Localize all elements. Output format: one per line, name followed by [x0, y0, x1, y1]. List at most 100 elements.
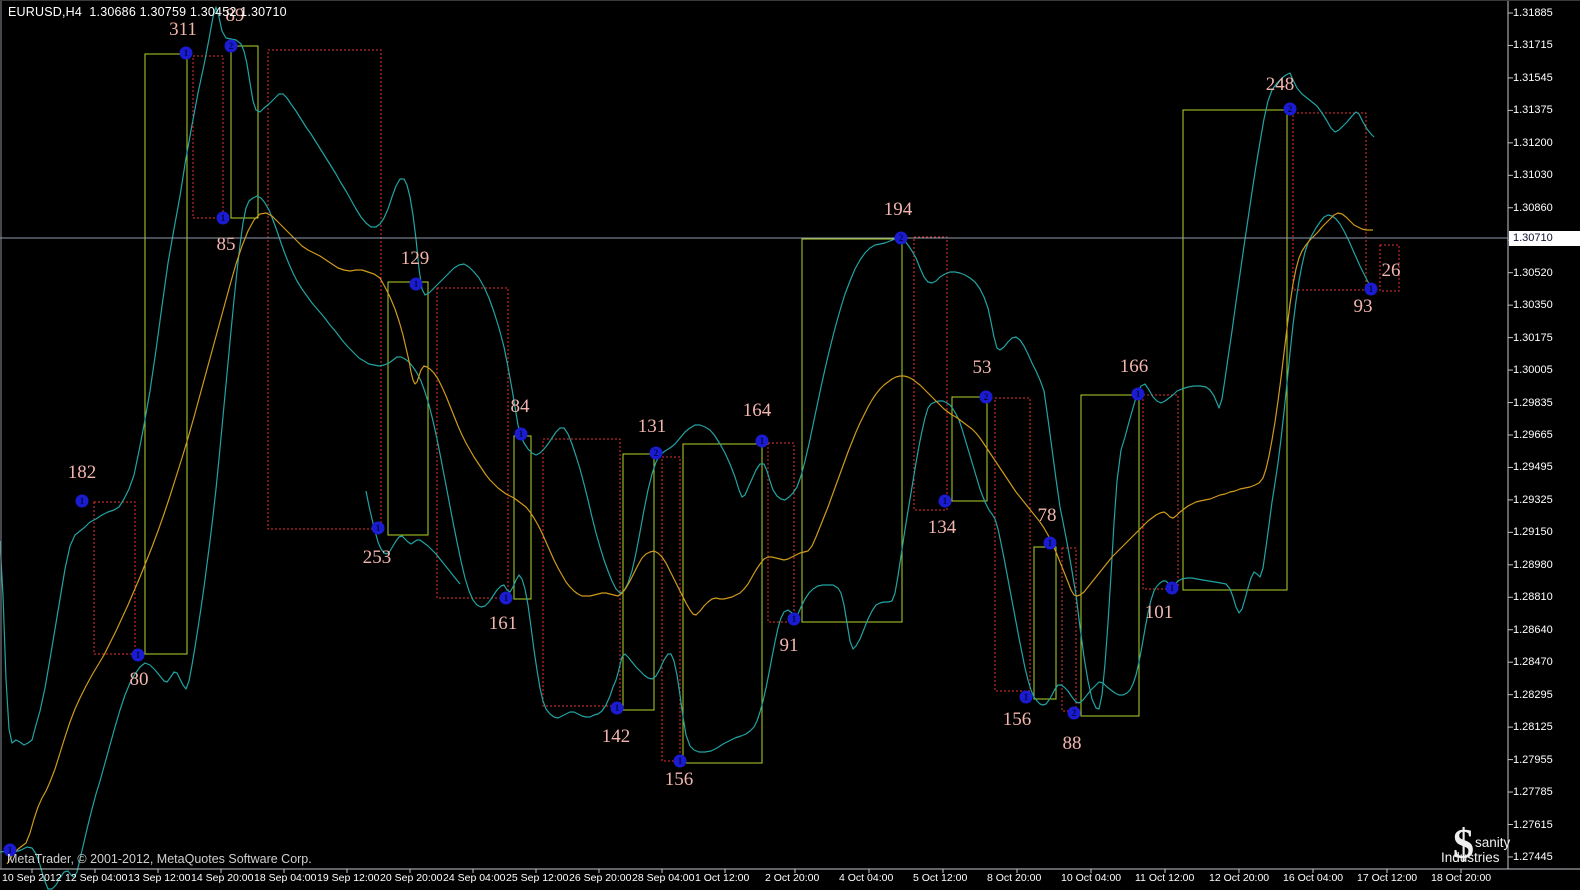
y-axis-label: 1.27785: [1513, 786, 1553, 799]
signal-count-label: 182: [68, 462, 97, 483]
y-axis-label: 1.31885: [1513, 7, 1553, 19]
current-price-tag: 1.30710: [1509, 230, 1580, 246]
watermark: $ sanity Industries: [1437, 822, 1511, 873]
x-axis-label: 26 Sep 20:00: [569, 872, 632, 884]
signal-marker-digit: 2: [984, 392, 989, 402]
y-axis-label: 1.31200: [1513, 136, 1553, 149]
y-axis-label: 1.30520: [1513, 266, 1553, 279]
signal-count-label: 311: [169, 19, 197, 40]
signal-count-label: 53: [973, 357, 992, 378]
signal-count-label: 156: [665, 769, 694, 790]
y-axis-label: 1.31715: [1513, 39, 1553, 52]
signal-count-label: 93: [1354, 296, 1373, 317]
signal-marker-digit: 1: [1048, 538, 1053, 548]
y-axis-label: 1.27615: [1513, 818, 1553, 831]
signal-count-label: 194: [884, 199, 913, 220]
x-axis-label: 10 Oct 04:00: [1061, 872, 1122, 884]
signal-marker-digit: 1: [80, 496, 85, 506]
signal-count-label: 78: [1038, 505, 1057, 526]
y-axis-label: 1.31545: [1513, 71, 1553, 84]
signal-marker-digit: 1: [221, 213, 226, 223]
buy-zone-rect: [682, 443, 763, 764]
signal-marker-digit: 1: [136, 650, 141, 660]
x-axis-label: 16 Oct 04:00: [1283, 872, 1344, 884]
signal-marker-digit: 1: [615, 703, 620, 713]
x-axis-label: 10 Sep 2012: [2, 872, 62, 884]
y-axis-label: 1.30175: [1513, 331, 1553, 344]
y-axis-label: 1.28810: [1513, 591, 1553, 604]
x-axis-label: 18 Oct 20:00: [1431, 872, 1492, 884]
y-axis-label: 1.30860: [1513, 201, 1553, 214]
signal-count-label: 142: [602, 726, 631, 747]
signal-marker-digit: 2: [1288, 104, 1293, 114]
signal-marker-digit: 1: [504, 593, 509, 603]
signal-count-label: 164: [743, 400, 772, 421]
sell-zone-rect: [192, 55, 224, 219]
signal-marker-digit: 2: [899, 233, 904, 243]
x-axis-label: 25 Sep 12:00: [506, 872, 569, 884]
signal-marker-digit: 1: [678, 756, 683, 766]
chart-header: EURUSD,H4 1.30686 1.30759 1.30452 1.3071…: [8, 5, 287, 19]
watermark-line2: Industries: [1441, 850, 1500, 865]
signal-count-label: 161: [489, 613, 518, 634]
y-axis-label: 1.28640: [1513, 623, 1553, 636]
signal-count-label: 88: [1063, 733, 1082, 754]
signal-count-label: 131: [638, 416, 667, 437]
watermark-line1: sanity: [1475, 835, 1511, 850]
y-axis-label: 1.31030: [1513, 169, 1553, 182]
signal-count-label: 26: [1382, 260, 1401, 281]
x-axis-label: 12 Sep 04:00: [65, 872, 128, 884]
price-line: [0, 6, 1375, 746]
buy-zone-rect: [230, 45, 259, 219]
x-axis-label: 14 Sep 20:00: [191, 872, 254, 884]
x-axis-label: 4 Oct 04:00: [839, 872, 894, 884]
signal-count-label: 129: [401, 248, 430, 269]
signal-marker-digit: 2: [1072, 708, 1077, 718]
x-axis-label: 1 Oct 12:00: [695, 872, 750, 884]
buy-zone-rect: [1182, 109, 1288, 591]
sell-zone-rect: [93, 501, 136, 655]
signal-count-label: 134: [928, 517, 957, 538]
chart-canvas[interactable]: 1118218013111852891253112911611841142213…: [0, 1, 1580, 890]
signal-count-label: 91: [780, 635, 799, 656]
signal-count-label: 85: [217, 234, 236, 255]
signal-marker-digit: 1: [760, 436, 765, 446]
x-axis-label: 8 Oct 20:00: [987, 872, 1042, 884]
band-segment: [365, 490, 461, 585]
signal-marker-digit: 2: [229, 41, 234, 51]
buy-zone-rect: [951, 396, 988, 502]
signal-marker-digit: 1: [943, 496, 948, 506]
x-axis-label: 19 Sep 12:00: [317, 872, 380, 884]
sell-zone-rect: [994, 397, 1031, 692]
x-axis-label: 17 Oct 12:00: [1357, 872, 1418, 884]
sell-zone-rect: [913, 236, 948, 511]
x-axis-label: 13 Sep 12:00: [128, 872, 191, 884]
buy-zone-rect: [144, 53, 188, 655]
ma-line: [6, 212, 1373, 865]
y-axis-label: 1.30350: [1513, 299, 1553, 312]
y-axis-label: 1.28295: [1513, 688, 1553, 701]
sell-zone-rect: [1292, 112, 1367, 291]
y-axis-label: 1.27445: [1513, 850, 1553, 863]
sell-zone-rect: [767, 442, 795, 623]
signal-marker-digit: 1: [1024, 692, 1029, 702]
buy-zone-rect: [387, 281, 429, 536]
signal-marker-digit: 1: [1369, 284, 1374, 294]
signal-count-label: 84: [511, 396, 531, 417]
sell-zone-rect: [436, 287, 509, 599]
signal-marker-digit: 2: [654, 448, 659, 458]
sell-zone-rect: [267, 49, 382, 530]
y-axis-label: 1.29495: [1513, 461, 1553, 474]
y-axis-label: 1.28470: [1513, 656, 1553, 669]
signal-marker-digit: 1: [376, 523, 381, 533]
signal-marker-digit: 1: [414, 279, 419, 289]
signal-marker-digit: 1: [519, 429, 524, 439]
copyright-text: MetaTrader, © 2001-2012, MetaQuotes Soft…: [7, 852, 312, 866]
y-axis-label: 1.29150: [1513, 526, 1553, 539]
x-axis-label: 20 Sep 20:00: [380, 872, 443, 884]
signal-count-label: 80: [130, 669, 149, 690]
signal-marker-digit: 1: [792, 614, 797, 624]
signal-marker-digit: 1: [184, 48, 189, 58]
y-axis-label: 1.30005: [1513, 364, 1553, 377]
x-axis-label: 28 Sep 04:00: [632, 872, 695, 884]
